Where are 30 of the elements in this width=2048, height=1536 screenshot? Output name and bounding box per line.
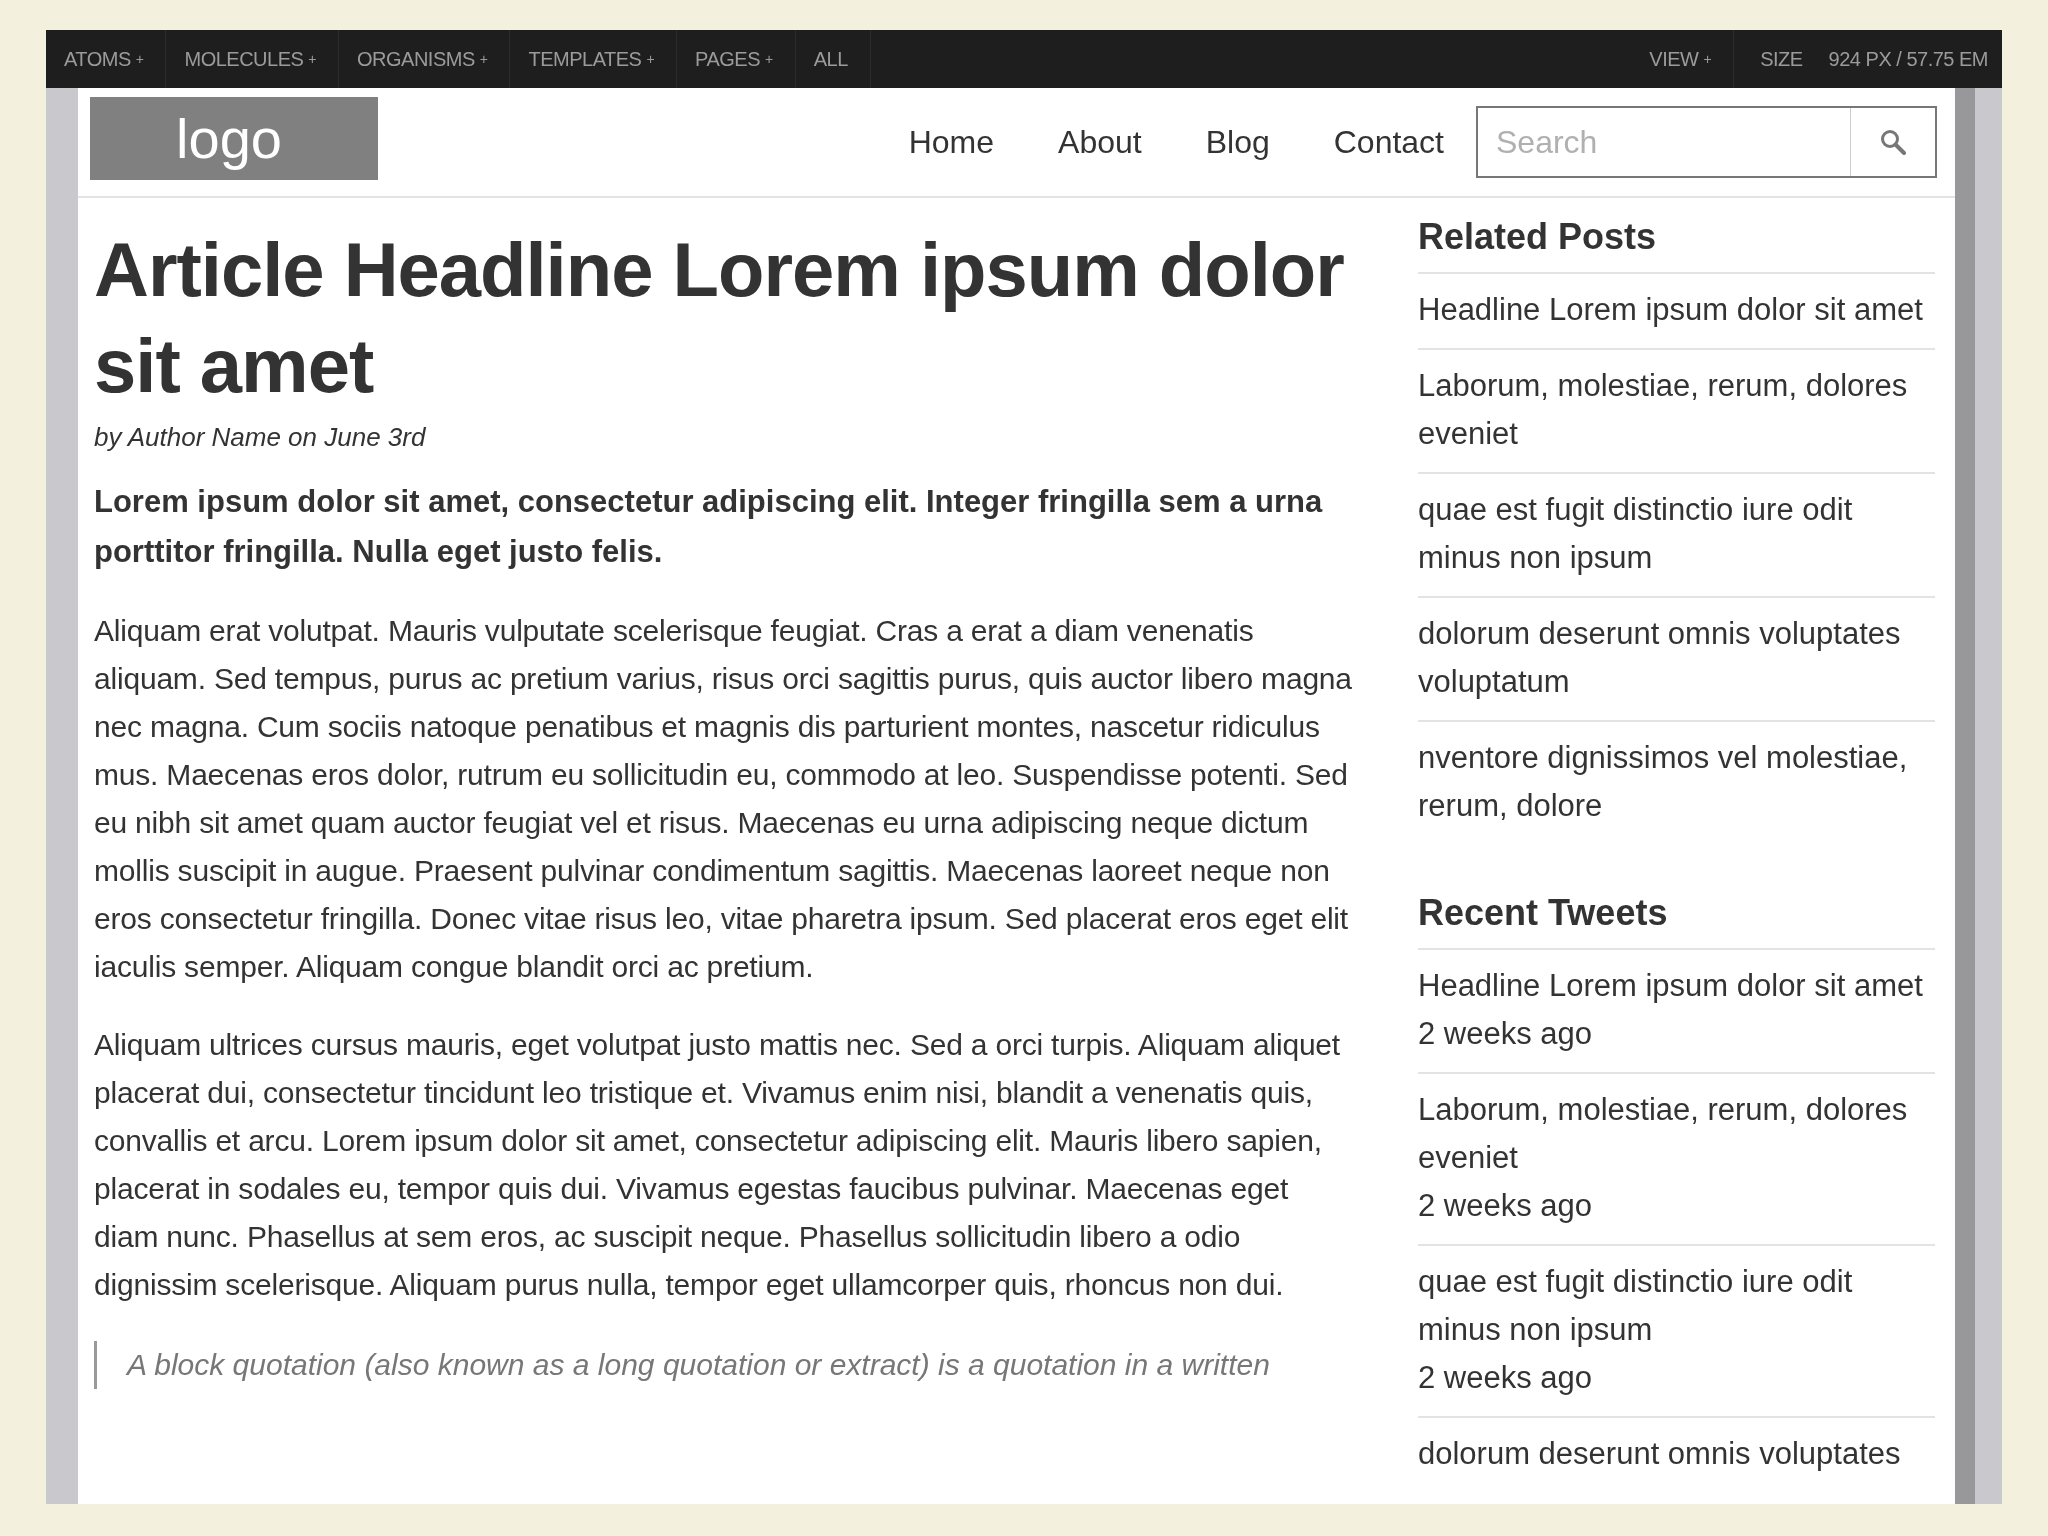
size-reading: 924 PX / 57.75 EM <box>1828 47 1988 71</box>
nav-link[interactable]: Contact <box>1333 123 1444 161</box>
tweet-time: 2 weeks ago <box>1418 1187 1594 1225</box>
size-label: SIZE <box>1760 47 1803 71</box>
search-icon <box>1880 129 1906 155</box>
nav-link[interactable]: About <box>1058 123 1142 161</box>
logo[interactable]: logo <box>90 96 378 180</box>
block-quote: A block quotation (also known as a long quotation or extract) is a quotation in a written <box>94 1341 1356 1389</box>
post-link[interactable]: quae est fugit distinctio iure odit minus non ipsum <box>1418 474 1935 598</box>
article-paragraph: Aliquam ultrices cursus mauris, eget volutpat justo mattis nec. Sed a orci turpis. Aliquam aliquet placerat dui, consectetur tincidunt leo tristique et. Vivamus enim nisi, blandit a venenatis quis, convallis et arcu. Lorem ipsum dolor sit amet, consectetur adipiscing elit. Mauris libero sapien, placerat in sodales eu, tempor quis dui. Vivamus egestas faucibus pulvinar. Maecenas eget diam nunc. Phasellus at sem eros, ac suscipit neque. Phasellus sollicitudin libero a odio dignissim scelerisque. Aliquam purus nulla, tempor eget ullamcorper quis, rhoncus non dui. <box>94 1027 1341 1303</box>
tweet-link[interactable]: quae est fugit distinctio iure odit minus non ipsum <box>1418 1258 1935 1354</box>
tweet-link[interactable]: Headline Lorem ipsum dolor sit amet <box>1418 962 1935 1010</box>
tweet-time: 2 weeks ago <box>1418 1359 1594 1397</box>
sidebar-heading: Related Posts <box>1418 198 1935 274</box>
nav-link[interactable]: Blog <box>1205 123 1270 161</box>
post-link[interactable]: dolorum deserunt omnis voluptates voluptatum <box>1418 598 1935 722</box>
tweet-link[interactable]: Laborum, molestiae, rerum, dolores eveniet <box>1418 1086 1935 1182</box>
article-byline: by Author Name on June 3rd <box>94 422 427 453</box>
sidebar-heading: Recent Tweets <box>1418 844 1935 950</box>
article-headline: Article Headline Lorem ipsum dolor sit amet <box>94 226 1345 410</box>
article-paragraph: Aliquam erat volutpat. Mauris vulputate scelerisque feugiat. Cras a erat a diam venenatis aliquam. Sed tempus, purus ac pretium varius, risus orci sagittis purus, quis auctor libero magna nec magna. Cum sociis natoque penatibus et magnis dis parturient montes, nascetur ridiculus mus. Maecenas eros dolor, rutrum eu sollicitudin eu, commodo at leo. Suspendisse potenti. Sed eu nibh sit amet quam auctor feugiat vel et risus. Maecenas eu urna adipiscing neque dictum mollis suscipit in augue. Praesent pulvinar condimentum sagittis. Maecenas laoreet neque non eros consectetur fringilla. Donec vitae risus leo, vitae pharetra ipsum. Sed placerat eros eget elit iaculis semper. Aliquam congue blandit orci ac pretium. <box>94 613 1353 985</box>
post-link[interactable]: Laborum, molestiae, rerum, dolores eveniet <box>1418 350 1935 474</box>
post-link[interactable]: Headline Lorem ipsum dolor sit amet <box>1418 274 1935 350</box>
nav-link[interactable]: Home <box>908 123 995 161</box>
resize-handle[interactable] <box>1955 88 1975 1504</box>
tweet-time: 2 weeks ago <box>1418 1015 1594 1053</box>
post-link[interactable]: nventore dignissimos vel molestiae, rerum, dolore <box>1418 722 1935 844</box>
post-link[interactable]: dolorum deserunt omnis voluptates <box>1418 1418 1935 1492</box>
search-field[interactable]: Search <box>1476 106 1937 178</box>
article-lead: Lorem ipsum dolor sit amet, consectetur adipiscing elit. Integer fringilla sem a urna porttitor fringilla. Nulla eget justo felis. <box>94 483 1324 571</box>
